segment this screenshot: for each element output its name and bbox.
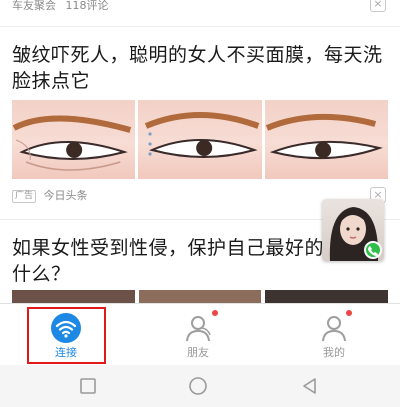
dismiss-icon[interactable]: × — [370, 0, 386, 12]
divider — [0, 26, 400, 27]
article-1-source: 车友聚会 — [12, 0, 56, 12]
article-thumbnails[interactable] — [12, 100, 388, 179]
notification-dot — [346, 310, 352, 316]
thumbnail-eye-wrinkles — [12, 100, 136, 179]
person-icon — [186, 316, 211, 342]
article-1-source-row: 车友聚会 118评论 × — [12, 0, 388, 14]
highlight-box — [27, 307, 106, 364]
tab-friends[interactable]: 朋友 — [158, 304, 238, 366]
notification-dot — [212, 310, 218, 316]
home-circle-icon[interactable] — [188, 376, 208, 396]
recent-apps-square-icon[interactable] — [78, 376, 98, 396]
tab-me[interactable]: 我的 — [294, 304, 374, 366]
system-nav-bar — [0, 365, 400, 407]
thumbnail-eye-dotted — [138, 100, 262, 179]
article-1-comment-count: 118评论 — [65, 0, 109, 12]
phone-icon[interactable] — [364, 241, 382, 259]
article-title[interactable]: 皱纹吓死人，聪明的女人不买面膜，每天洗脸抹点它 — [12, 42, 384, 94]
floating-call-avatar[interactable] — [322, 199, 384, 261]
tab-label: 朋友 — [187, 346, 209, 359]
ad-badge: 广告 — [12, 190, 37, 203]
person-icon — [322, 316, 346, 342]
thumbnail-eye-smooth — [264, 100, 388, 179]
back-triangle-icon[interactable] — [300, 376, 320, 396]
tab-label: 我的 — [323, 346, 345, 359]
article-publisher: 今日头条 — [43, 189, 88, 202]
